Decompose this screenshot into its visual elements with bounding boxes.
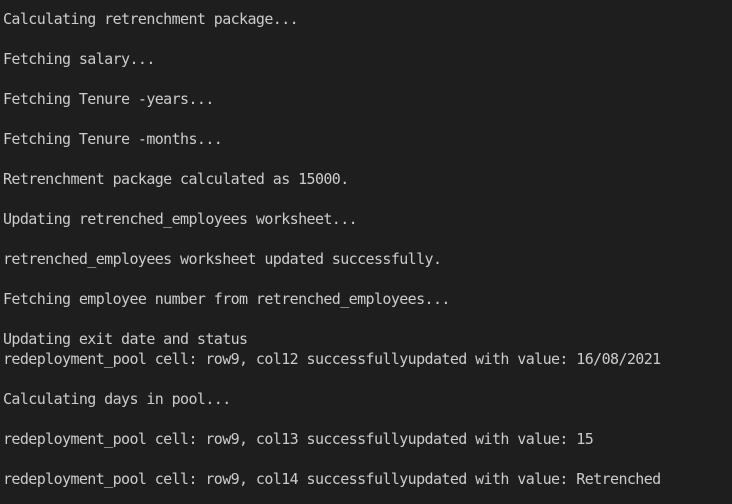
output-line-calculating-package: Calculating retrenchment package... bbox=[3, 10, 299, 28]
output-line-calculating-days: Calculating days in pool... bbox=[3, 390, 231, 408]
output-line-updating-worksheet: Updating retrenched_employees worksheet.… bbox=[3, 210, 358, 228]
output-line-fetching-tenure-years: Fetching Tenure -years... bbox=[3, 90, 214, 108]
output-line-fetching-salary: Fetching salary... bbox=[3, 50, 155, 68]
output-line-fetching-tenure-months: Fetching Tenure -months... bbox=[3, 130, 223, 148]
output-line-cell-col14-updated: redeployment_pool cell: row9, col14 succ… bbox=[3, 470, 661, 488]
output-line-fetching-employee-number: Fetching employee number from retrenched… bbox=[3, 290, 450, 308]
output-line-cell-col13-updated: redeployment_pool cell: row9, col13 succ… bbox=[3, 430, 594, 448]
output-line-cell-col12-updated: redeployment_pool cell: row9, col12 succ… bbox=[3, 350, 661, 368]
output-line-updating-exit-date: Updating exit date and status bbox=[3, 330, 248, 348]
terminal-output[interactable]: Calculating retrenchment package... Fetc… bbox=[0, 0, 732, 504]
output-line-package-calculated: Retrenchment package calculated as 15000… bbox=[3, 170, 349, 188]
output-line-worksheet-updated: retrenched_employees worksheet updated s… bbox=[3, 250, 442, 268]
